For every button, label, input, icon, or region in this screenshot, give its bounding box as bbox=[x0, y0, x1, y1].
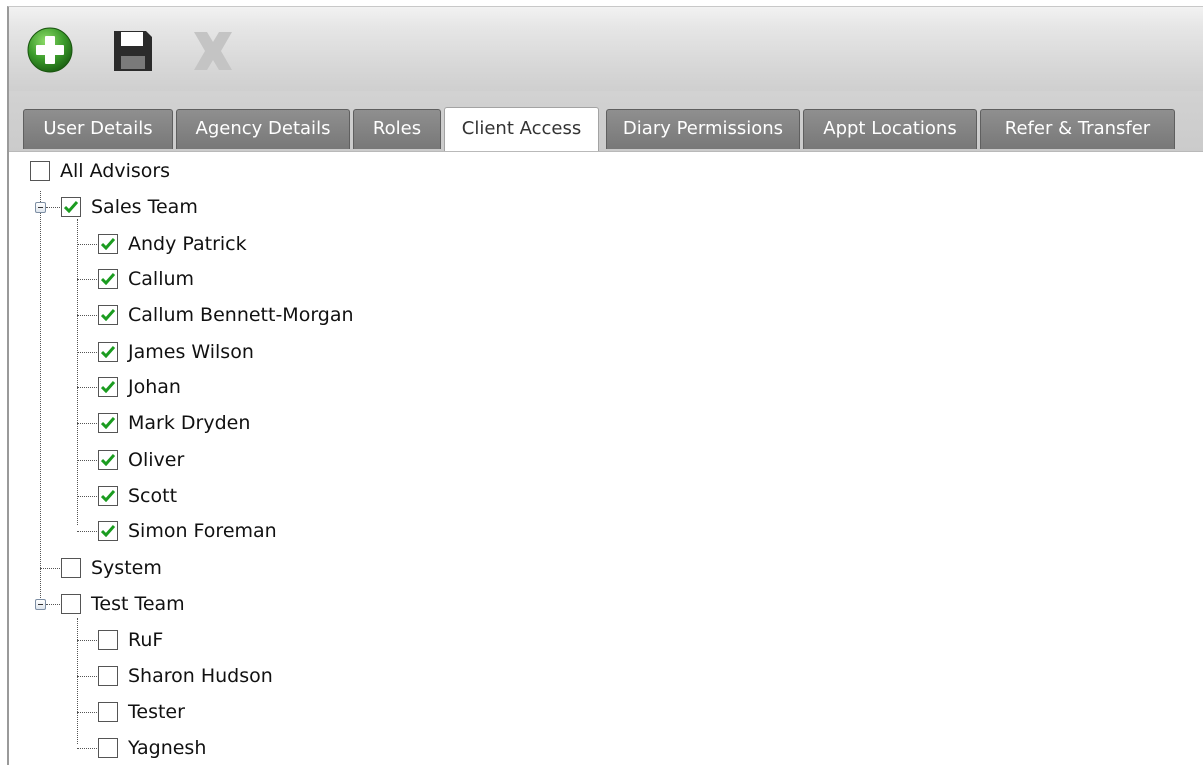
tree-node-advisor[interactable]: Tester bbox=[98, 697, 185, 727]
tree-node-advisor[interactable]: Mark Dryden bbox=[98, 408, 250, 438]
delete-button[interactable] bbox=[191, 29, 235, 77]
tree-connector bbox=[77, 748, 97, 749]
checkbox[interactable] bbox=[98, 521, 118, 541]
tab-refer-transfer[interactable]: Refer & Transfer bbox=[980, 109, 1175, 149]
tree-node-label: James Wilson bbox=[128, 341, 254, 363]
tree-node-label: Callum bbox=[128, 268, 195, 290]
tree-node-label: Sharon Hudson bbox=[128, 665, 273, 687]
tree-node-label: Scott bbox=[128, 485, 178, 507]
tree-node-label: All Advisors bbox=[60, 160, 171, 182]
tree-connector bbox=[46, 207, 60, 208]
tree-connector bbox=[77, 712, 97, 713]
tree-node-advisor[interactable]: Simon Foreman bbox=[98, 516, 277, 546]
tab-user-details[interactable]: User Details bbox=[23, 109, 173, 149]
tree-connector bbox=[46, 604, 60, 605]
tree-node-label: Mark Dryden bbox=[128, 412, 251, 434]
tab-agency-details[interactable]: Agency Details bbox=[176, 109, 350, 149]
tree-node-label: Yagnesh bbox=[128, 737, 207, 759]
expand-collapse-test-team[interactable] bbox=[35, 599, 46, 610]
checkmark-icon bbox=[101, 381, 115, 393]
checkmark-icon bbox=[101, 417, 115, 429]
save-disk-icon bbox=[114, 31, 152, 71]
tab-client-access[interactable]: Client Access bbox=[444, 107, 599, 151]
advisor-tree: All Advisors Sales Team Andy Patrick Cal… bbox=[9, 151, 1203, 766]
tree-connector bbox=[77, 423, 97, 424]
tree-node-advisor[interactable]: Oliver bbox=[98, 445, 184, 475]
checkbox[interactable] bbox=[98, 234, 118, 254]
checkbox[interactable] bbox=[98, 305, 118, 325]
tree-connector bbox=[77, 219, 78, 525]
tree-connector bbox=[40, 191, 41, 604]
tree-node-label: Tester bbox=[128, 701, 185, 723]
checkbox[interactable] bbox=[98, 413, 118, 433]
checkbox[interactable] bbox=[30, 161, 50, 181]
tree-node-advisor[interactable]: Callum Bennett-Morgan bbox=[98, 300, 354, 330]
checkmark-icon bbox=[101, 525, 115, 537]
delete-x-icon bbox=[194, 32, 232, 70]
checkbox[interactable] bbox=[61, 594, 81, 614]
checkmark-icon bbox=[101, 490, 115, 502]
checkmark-icon bbox=[64, 201, 78, 213]
tree-node-label: Simon Foreman bbox=[128, 520, 277, 542]
tree-connector bbox=[77, 676, 97, 677]
tab-roles[interactable]: Roles bbox=[353, 109, 441, 149]
tab-appt-locations[interactable]: Appt Locations bbox=[803, 109, 977, 149]
checkbox[interactable] bbox=[98, 269, 118, 289]
tree-node-advisor[interactable]: Andy Patrick bbox=[98, 229, 247, 259]
tab-diary-permissions[interactable]: Diary Permissions bbox=[606, 109, 800, 149]
checkmark-icon bbox=[101, 273, 115, 285]
checkmark-icon bbox=[101, 238, 115, 250]
checkbox[interactable] bbox=[98, 702, 118, 722]
tree-node-advisor[interactable]: Johan bbox=[98, 372, 181, 402]
tree-node-label: Johan bbox=[128, 376, 181, 398]
tree-connector bbox=[77, 244, 97, 245]
tree-node-advisor[interactable]: RuF bbox=[98, 625, 163, 655]
checkbox[interactable] bbox=[98, 342, 118, 362]
tree-node-advisor[interactable]: Sharon Hudson bbox=[98, 661, 273, 691]
tab-strip: User Details Agency Details Roles Client… bbox=[9, 91, 1203, 152]
tree-node-advisor[interactable]: Callum bbox=[98, 264, 194, 294]
tree-connector bbox=[77, 279, 97, 280]
tree-node-advisor[interactable]: Yagnesh bbox=[98, 733, 206, 763]
user-settings-window: User Details Agency Details Roles Client… bbox=[7, 6, 1203, 765]
tree-node-advisor[interactable]: James Wilson bbox=[98, 337, 254, 367]
checkbox[interactable] bbox=[98, 486, 118, 506]
save-button[interactable] bbox=[112, 29, 154, 77]
tree-node-label: Oliver bbox=[128, 449, 185, 471]
tree-node-system[interactable]: System bbox=[61, 553, 162, 583]
checkmark-icon bbox=[101, 346, 115, 358]
tree-node-label: Sales Team bbox=[91, 196, 198, 218]
tree-node-label: RuF bbox=[128, 629, 164, 651]
tree-node-label: Andy Patrick bbox=[128, 233, 247, 255]
tree-node-label: System bbox=[91, 557, 162, 579]
add-circle-icon bbox=[27, 27, 73, 73]
add-button[interactable] bbox=[27, 27, 73, 77]
tree-connector bbox=[77, 640, 97, 641]
tree-connector bbox=[77, 315, 97, 316]
checkbox[interactable] bbox=[98, 450, 118, 470]
checkbox[interactable] bbox=[98, 738, 118, 758]
tree-connector bbox=[77, 460, 97, 461]
tree-node-advisor[interactable]: Scott bbox=[98, 481, 177, 511]
toolbar bbox=[9, 7, 1203, 91]
checkbox[interactable] bbox=[61, 558, 81, 578]
checkbox[interactable] bbox=[98, 666, 118, 686]
checkmark-icon bbox=[101, 454, 115, 466]
tree-connector bbox=[40, 568, 60, 569]
tree-connector bbox=[77, 618, 78, 744]
checkmark-icon bbox=[101, 309, 115, 321]
tree-connector bbox=[77, 352, 97, 353]
tree-node-sales-team[interactable]: Sales Team bbox=[61, 192, 198, 222]
tree-connector bbox=[77, 387, 97, 388]
checkbox[interactable] bbox=[61, 197, 81, 217]
tree-node-all-advisors[interactable]: All Advisors bbox=[30, 156, 170, 186]
checkbox[interactable] bbox=[98, 377, 118, 397]
tree-node-label: Callum Bennett-Morgan bbox=[128, 304, 354, 326]
tree-connector bbox=[77, 496, 97, 497]
tree-node-test-team[interactable]: Test Team bbox=[61, 589, 185, 619]
tree-node-label: Test Team bbox=[91, 593, 185, 615]
tree-connector bbox=[77, 531, 97, 532]
checkbox[interactable] bbox=[98, 630, 118, 650]
expand-collapse-sales-team[interactable] bbox=[35, 202, 46, 213]
